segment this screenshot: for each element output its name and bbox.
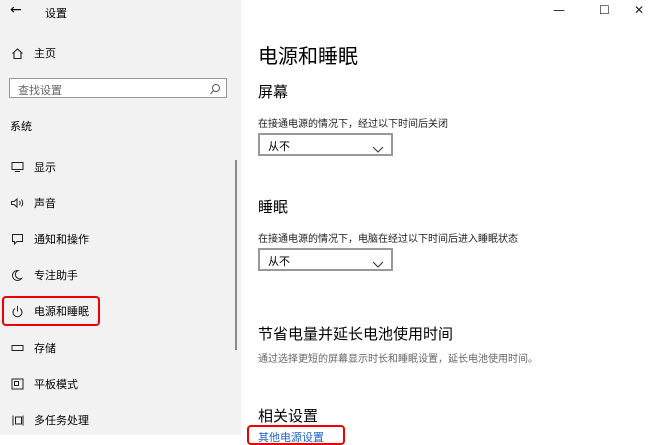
chevron-down-icon [372, 254, 384, 273]
notification-icon [9, 233, 25, 245]
sidebar-item-label: 主页 [34, 47, 56, 60]
sidebar: ← 设置 主页 查找设置 系统 显示 声音 通知和操作 专注助手 电源和睡眠 存… [0, 0, 241, 435]
sidebar-item-notifications[interactable]: 通知和操作 [0, 225, 241, 253]
tablet-icon [9, 378, 25, 390]
sidebar-item-label: 声音 [34, 197, 56, 210]
section-label: 系统 [10, 120, 32, 133]
sidebar-item-power-sleep[interactable]: 电源和睡眠 [0, 297, 241, 325]
minimize-button[interactable]: — [553, 3, 565, 17]
sidebar-item-home[interactable]: 主页 [0, 39, 241, 67]
dropdown-value: 从不 [268, 255, 290, 268]
back-arrow-icon[interactable]: ← [10, 2, 22, 18]
sidebar-item-display[interactable]: 显示 [0, 153, 241, 181]
sidebar-item-multitasking[interactable]: 多任务处理 [0, 406, 241, 434]
storage-icon [9, 344, 25, 352]
close-button[interactable]: ✕ [634, 3, 644, 17]
dropdown-value: 从不 [268, 140, 290, 153]
page-title: 电源和睡眠 [258, 44, 358, 68]
maximize-button[interactable]: ☐ [599, 3, 610, 17]
home-icon [9, 47, 25, 60]
search-input[interactable]: 查找设置 [9, 78, 227, 98]
display-icon [9, 161, 25, 173]
multitask-icon [9, 414, 25, 427]
sidebar-item-label: 电源和睡眠 [34, 305, 89, 318]
sidebar-item-label: 通知和操作 [34, 233, 89, 246]
sidebar-item-label: 存储 [34, 342, 56, 355]
sidebar-item-focus-assist[interactable]: 专注助手 [0, 261, 241, 289]
power-icon [9, 305, 25, 318]
search-placeholder: 查找设置 [18, 84, 62, 97]
sidebar-scrollbar[interactable] [235, 160, 237, 350]
battery-section-title: 节省电量并延长电池使用时间 [258, 325, 454, 343]
chevron-down-icon [372, 139, 384, 158]
moon-icon [9, 269, 25, 282]
sidebar-item-label: 专注助手 [34, 269, 78, 282]
related-settings-title: 相关设置 [258, 407, 319, 425]
main-content: — ☐ ✕ 电源和睡眠 屏幕 在接通电源的情况下，经过以下时间后关闭 从不 睡眠… [241, 0, 650, 445]
window-title: 设置 [45, 7, 67, 20]
screen-description: 在接通电源的情况下，经过以下时间后关闭 [258, 119, 448, 130]
sidebar-item-label: 显示 [34, 161, 56, 174]
sleep-timeout-dropdown[interactable]: 从不 [258, 248, 393, 271]
sleep-description: 在接通电源的情况下，电脑在经过以下时间后进入睡眠状态 [258, 234, 518, 245]
screen-timeout-dropdown[interactable]: 从不 [258, 133, 393, 156]
screen-section-title: 屏幕 [258, 83, 289, 101]
sidebar-item-storage[interactable]: 存储 [0, 334, 241, 362]
battery-description: 通过选择更短的屏幕显示时长和睡眠设置，延长电池使用时间。 [258, 354, 538, 365]
additional-power-settings-link[interactable]: 其他电源设置 [258, 429, 324, 445]
sidebar-item-sound[interactable]: 声音 [0, 189, 241, 217]
sound-icon [9, 197, 25, 209]
sidebar-item-tablet-mode[interactable]: 平板模式 [0, 370, 241, 398]
sidebar-item-label: 平板模式 [34, 378, 78, 391]
sleep-section-title: 睡眠 [258, 198, 289, 216]
search-icon[interactable] [209, 81, 221, 100]
sidebar-item-label: 多任务处理 [34, 414, 89, 427]
